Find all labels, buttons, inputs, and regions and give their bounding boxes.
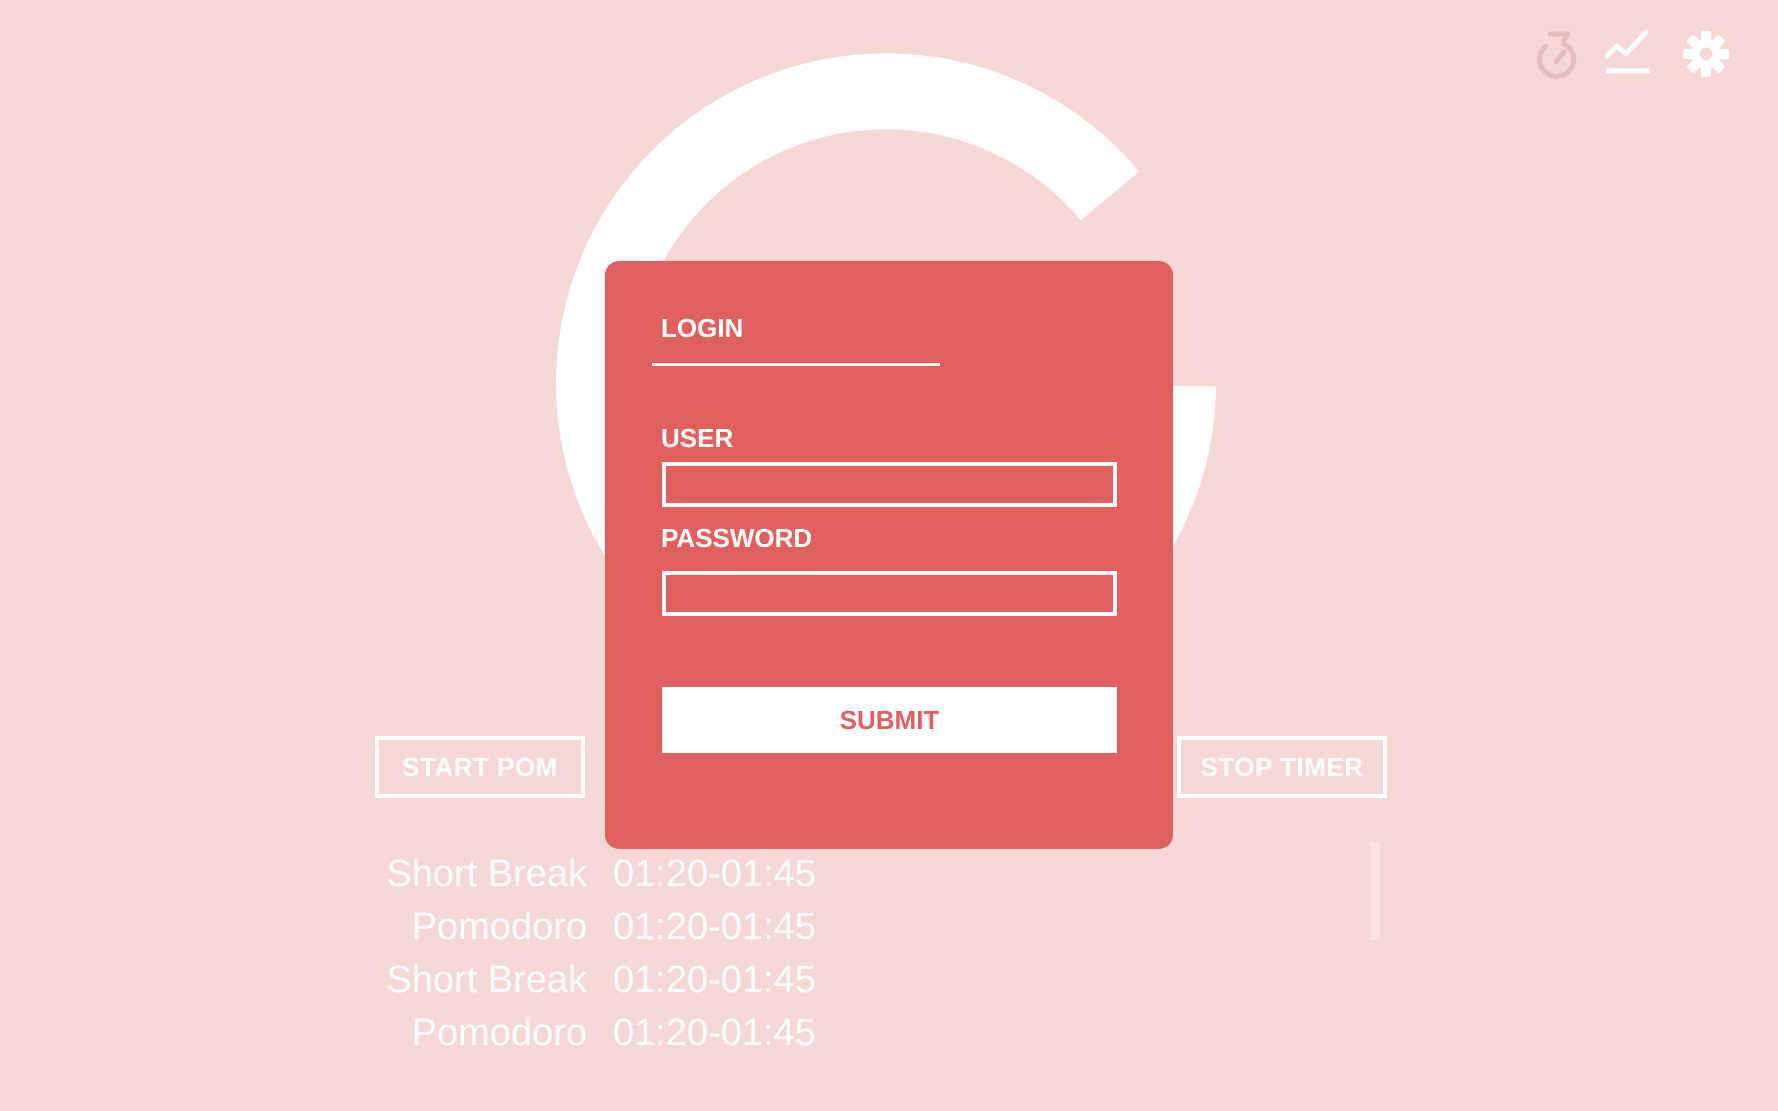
history-row: Pomodoro 01:20-01:45 — [365, 1007, 816, 1060]
history-session-type: Pomodoro — [411, 1012, 587, 1054]
stats-chart-icon[interactable] — [1604, 28, 1652, 76]
history-session-time: 01:20-01:45 — [613, 853, 816, 895]
submit-button[interactable]: SUBMIT — [662, 687, 1117, 753]
user-label: USER — [661, 423, 734, 453]
session-history-list: Short Break 01:20-01:45 Pomodoro 01:20-0… — [365, 848, 816, 1060]
history-row: Short Break 01:20-01:45 — [365, 954, 816, 1007]
login-title: LOGIN — [661, 313, 744, 343]
title-divider — [652, 363, 940, 366]
history-scrollbar[interactable] — [1370, 842, 1380, 940]
history-session-type: Pomodoro — [411, 906, 587, 948]
login-modal: LOGIN USER PASSWORD SUBMIT — [605, 261, 1173, 849]
start-pom-button[interactable]: START POM — [375, 736, 585, 798]
password-label: PASSWORD — [661, 523, 813, 553]
history-row: Pomodoro 01:20-01:45 — [365, 901, 816, 954]
history-session-time: 01:20-01:45 — [613, 1012, 816, 1054]
history-session-time: 01:20-01:45 — [613, 906, 816, 948]
gear-icon[interactable] — [1682, 30, 1730, 78]
user-input[interactable] — [662, 462, 1117, 507]
history-session-type: Short Break — [386, 853, 587, 895]
timer-icon[interactable] — [1532, 28, 1584, 82]
history-session-type: Short Break — [386, 959, 587, 1001]
history-session-time: 01:20-01:45 — [613, 959, 816, 1001]
history-row: Short Break 01:20-01:45 — [365, 848, 816, 901]
stop-timer-button[interactable]: STOP TIMER — [1177, 736, 1387, 798]
password-input[interactable] — [662, 571, 1117, 616]
